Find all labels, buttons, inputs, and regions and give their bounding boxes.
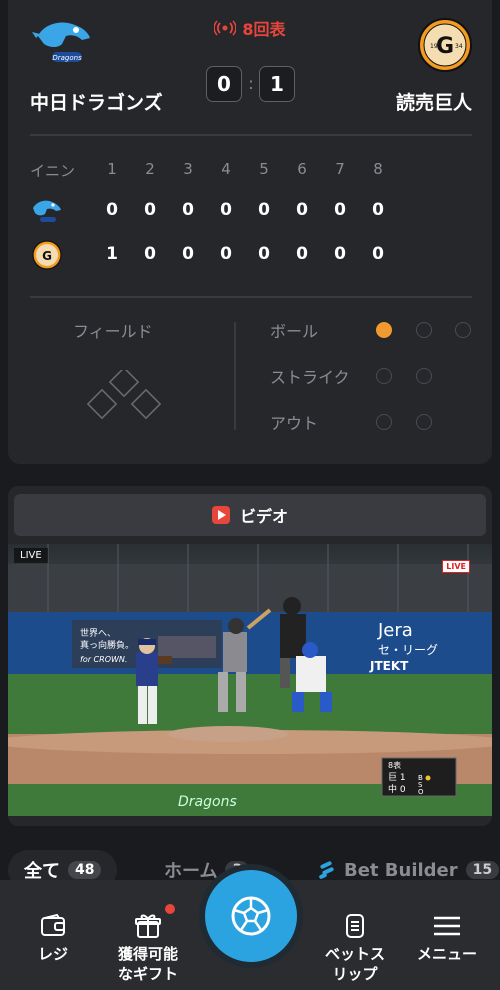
nav-gifts[interactable]: 獲得可能 なギフト — [103, 912, 193, 984]
inning-header-label: イニン — [30, 162, 76, 180]
inning-score: 0 — [182, 244, 194, 264]
sports-home-button[interactable] — [205, 870, 297, 962]
inning-number: 3 — [183, 160, 193, 178]
scoreboard-card: Dragons 8回表 G 19 34 中日ドラゴンズ 読売巨人 0 : 1 イ… — [8, 0, 492, 464]
svg-text:Dragons: Dragons — [178, 794, 237, 810]
bases-diamond-icon — [86, 370, 162, 420]
live-broadcast-icon — [214, 20, 237, 36]
nav-gifts-label-1: 獲得可能 — [117, 945, 178, 963]
inning-score: 0 — [144, 200, 156, 220]
out-label: アウト — [270, 414, 319, 433]
away-score: 1 — [259, 66, 295, 102]
inning-number: 4 — [221, 160, 231, 178]
svg-text:JTEKT: JTEKT — [369, 659, 409, 673]
inning-score: 0 — [334, 200, 346, 220]
inning-score: 0 — [220, 244, 232, 264]
nav-betslip[interactable]: ベットス リップ — [310, 912, 400, 984]
nav-menu-label: メニュー — [416, 945, 477, 963]
ball-indicator-1 — [376, 322, 392, 338]
inning-number: 1 — [107, 160, 117, 178]
inning-number: 6 — [297, 160, 307, 178]
nav-gifts-label-2: なギフト — [117, 965, 178, 983]
home-innings-row: 0 0 0 0 0 0 0 0 — [8, 196, 492, 226]
home-team-name: 中日ドラゴンズ — [30, 92, 163, 114]
betslip-icon — [346, 914, 364, 938]
video-player[interactable]: 世界へ、 真っ向勝負。 for CROWN. Jera セ・リーグ JTEKT … — [8, 544, 492, 816]
field-label: フィールド — [73, 322, 153, 341]
video-tab[interactable]: ビデオ — [14, 494, 486, 536]
notification-dot — [165, 904, 175, 914]
inning-score: 0 — [106, 200, 118, 220]
svg-text:巨 1: 巨 1 — [388, 772, 406, 783]
nav-menu[interactable]: メニュー — [402, 912, 492, 964]
inning-header-row: イニン 1 2 3 4 5 6 7 8 — [8, 156, 492, 186]
svg-text:Dragons: Dragons — [52, 54, 82, 62]
score-separator: : — [248, 74, 254, 93]
inning-score: 0 — [144, 244, 156, 264]
play-icon — [211, 506, 230, 524]
nav-cashier[interactable]: レジ — [8, 912, 98, 964]
out-indicator-2 — [416, 414, 432, 430]
ball-indicator-3 — [455, 322, 471, 338]
inning-score: 0 — [372, 200, 384, 220]
inning-score: 0 — [334, 244, 346, 264]
svg-text:19: 19 — [430, 43, 438, 50]
live-badge: LIVE — [442, 560, 470, 573]
live-tag: LIVE — [14, 548, 48, 563]
inning-score: 0 — [296, 244, 308, 264]
away-team-name: 読売巨人 — [395, 92, 472, 114]
nav-cashier-label: レジ — [37, 945, 68, 963]
away-innings-row: G 1 0 0 0 0 0 0 0 — [8, 240, 492, 270]
inning-status: 8回表 — [242, 20, 286, 39]
filter-count: 48 — [68, 861, 102, 879]
inning-number: 8 — [373, 160, 383, 178]
nav-betslip-label-2: リップ — [332, 965, 378, 983]
out-indicator-1 — [376, 414, 392, 430]
inning-score: 0 — [182, 200, 194, 220]
soccer-ball-icon — [231, 896, 271, 936]
strike-indicator-2 — [416, 368, 432, 384]
svg-text:真っ向勝負。: 真っ向勝負。 — [80, 639, 134, 651]
inning-number: 5 — [259, 160, 269, 178]
svg-text:G: G — [42, 249, 52, 263]
inning-score: 0 — [296, 200, 308, 220]
svg-text:G: G — [436, 34, 454, 59]
filter-label: Bet Builder — [344, 859, 458, 881]
svg-text:セ・リーグ: セ・リーグ — [378, 643, 438, 657]
ball-label: ボール — [270, 322, 319, 341]
bet-builder-icon — [319, 861, 334, 879]
svg-text:世界へ、: 世界へ、 — [80, 627, 116, 639]
inning-number: 2 — [145, 160, 155, 178]
baseball-broadcast-image: 世界へ、 真っ向勝負。 for CROWN. Jera セ・リーグ JTEKT … — [8, 544, 492, 816]
video-tab-label: ビデオ — [239, 507, 288, 526]
divider — [30, 296, 472, 298]
inning-score: 0 — [372, 244, 384, 264]
inning-score: 0 — [258, 244, 270, 264]
svg-text:for CROWN.: for CROWN. — [80, 655, 127, 664]
strike-indicator-1 — [376, 368, 392, 384]
inning-score: 0 — [258, 200, 270, 220]
svg-text:中 0: 中 0 — [388, 783, 406, 795]
inning-score: 0 — [220, 200, 232, 220]
svg-text:34: 34 — [455, 43, 463, 50]
gift-icon — [135, 914, 161, 938]
svg-text:8表: 8表 — [388, 760, 401, 770]
menu-icon — [434, 916, 460, 936]
filter-count: 15 — [465, 861, 500, 879]
dragons-mini-logo — [33, 200, 61, 222]
giants-mini-logo: G — [32, 240, 62, 270]
strike-label: ストライク — [270, 368, 350, 387]
svg-text:Jera: Jera — [377, 620, 413, 641]
video-card: ビデオ 世界へ、 真っ向勝負。 for CROWN. Jera セ・リーグ JT… — [8, 486, 492, 826]
wallet-icon — [41, 913, 65, 936]
divider — [30, 134, 472, 136]
nav-betslip-label-1: ベットス — [324, 945, 385, 963]
svg-text:O: O — [418, 788, 424, 796]
inning-number: 7 — [335, 160, 345, 178]
home-score: 0 — [206, 66, 242, 102]
inning-score: 1 — [106, 244, 118, 264]
ball-indicator-2 — [416, 322, 432, 338]
giants-logo: G 19 34 — [418, 18, 472, 72]
field-divider — [234, 322, 236, 430]
